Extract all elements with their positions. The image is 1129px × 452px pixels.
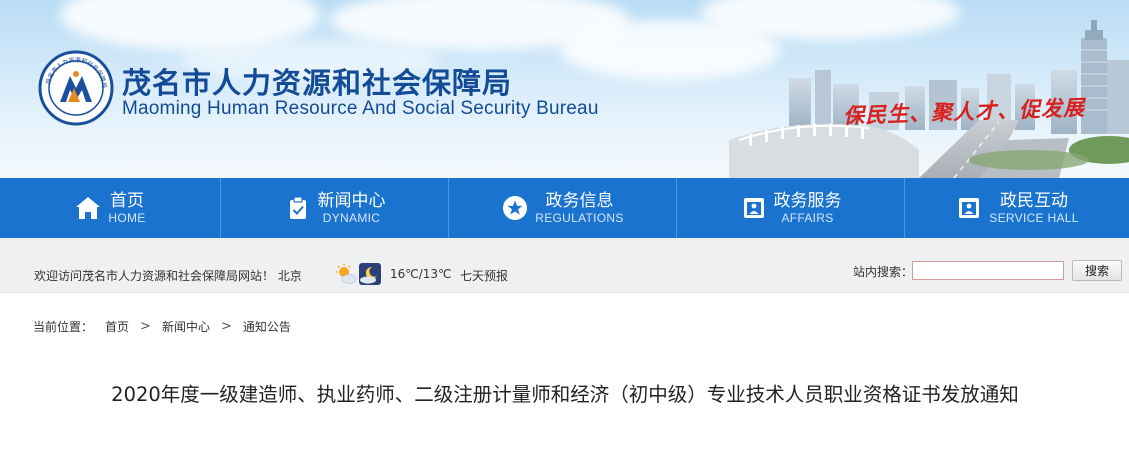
breadcrumb: 当前位置： 首页 > 新闻中心 > 通知公告 — [33, 318, 291, 335]
seven-day-forecast-link[interactable]: 七天预报 — [460, 267, 508, 284]
service-window-icon — [740, 194, 768, 222]
nav-item-home[interactable]: 首页 HOME — [0, 178, 221, 238]
info-bar: 欢迎访问茂名市人力资源和社会保障局网站！ 北京 16℃/13℃ 七天预报 站内搜… — [0, 238, 1129, 293]
nav-sublabel: REGULATIONS — [535, 210, 624, 225]
star-circle-icon — [501, 194, 529, 222]
site-banner: 茂名市人力资源和社会保障局 茂名市人力资源和社会保障局 Maoming Huma… — [0, 0, 1129, 178]
nav-label: 新闻中心 — [317, 190, 386, 211]
service-window-icon — [955, 194, 983, 222]
search-button[interactable]: 搜索 — [1072, 260, 1122, 281]
nav-item-affairs[interactable]: 政务服务 AFFAIRS — [677, 178, 905, 238]
nav-item-interaction[interactable]: 政民互动 SERVICE HALL — [905, 178, 1129, 238]
nav-sublabel: SERVICE HALL — [989, 210, 1079, 225]
temperature: 16℃/13℃ — [390, 267, 452, 281]
nav-label: 政务服务 — [773, 190, 842, 211]
breadcrumb-prefix: 当前位置： — [33, 320, 94, 334]
nav-sublabel: AFFAIRS — [781, 210, 834, 225]
breadcrumb-home-link[interactable]: 首页 — [105, 318, 129, 335]
nav-label: 首页 — [109, 190, 144, 211]
home-icon — [74, 194, 102, 222]
nav-item-news[interactable]: 新闻中心 DYNAMIC — [221, 178, 449, 238]
bureau-emblem-icon: 茂名市人力资源和社会保障局 — [38, 50, 114, 126]
weather-icons — [335, 263, 381, 285]
moon-cloud-icon — [359, 263, 381, 285]
breadcrumb-separator: > — [140, 319, 151, 334]
site-title: 茂名市人力资源和社会保障局 — [122, 66, 513, 100]
nav-sublabel: DYNAMIC — [322, 210, 381, 225]
nav-item-gov-info[interactable]: 政务信息 REGULATIONS — [449, 178, 677, 238]
breadcrumb-news-link[interactable]: 新闻中心 — [162, 318, 210, 335]
welcome-message: 欢迎访问茂名市人力资源和社会保障局网站！ 北京 — [34, 269, 302, 283]
nav-label: 政民互动 — [999, 190, 1068, 211]
nav-sublabel: HOME — [108, 210, 146, 225]
sun-cloud-icon — [335, 263, 357, 284]
bureau-logo[interactable]: 茂名市人力资源和社会保障局 — [38, 50, 114, 126]
clipboard-check-icon — [284, 194, 312, 222]
nav-label: 政务信息 — [545, 190, 614, 211]
breadcrumb-separator: > — [220, 319, 232, 334]
main-navigation: 首页 HOME 新闻中心 DYNAMIC 政务信息 REGULATIONS 政务… — [0, 178, 1129, 238]
article-title: 2020年度一级建造师、执业药师、二级注册计量师和经济（初中级）专业技术人员职业… — [111, 383, 1019, 406]
site-subtitle: Maoming Human Resource And Social Securi… — [122, 98, 599, 119]
search-label: 站内搜索： — [853, 265, 914, 279]
city-skyline-illustration — [729, 20, 1129, 178]
site-search-input[interactable] — [912, 261, 1064, 280]
breadcrumb-notices-link[interactable]: 通知公告 — [243, 318, 291, 335]
